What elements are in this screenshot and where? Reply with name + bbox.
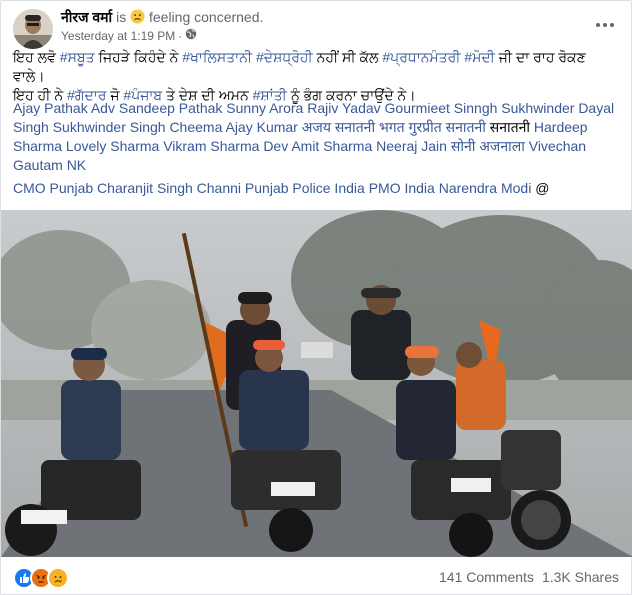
post-text: ਨਹੀਂ ਸੀ ਕੱਲ <box>312 49 383 65</box>
feeling-text: feeling concerned. <box>148 9 264 25</box>
tagged-person-link[interactable]: CMO Punjab <box>13 180 93 196</box>
post-footer: 141 Comments 1.3K Shares <box>13 567 619 591</box>
post-text: ਇਹ ਲਵੋ <box>13 49 60 65</box>
engagement-counts: 141 Comments 1.3K Shares <box>439 569 619 585</box>
author-verb: is <box>116 9 127 25</box>
meta-separator: · <box>178 28 183 43</box>
hashtag-link[interactable]: #ਦੇਸ਼ਧ੍ਰੋਹੀ <box>256 49 313 65</box>
post-text: सनातनी <box>485 119 534 135</box>
post-video[interactable] <box>1 210 632 557</box>
hashtag-link[interactable]: #ਸਬੂਤ <box>60 49 95 65</box>
tagged-person-link[interactable]: PMO India <box>369 180 435 196</box>
tagged-person-link[interactable]: Sunny Arora <box>226 100 303 116</box>
public-globe-icon[interactable] <box>185 28 197 43</box>
tagged-person-link[interactable]: अजय सनातनी भगत <box>302 119 405 135</box>
post-header: नीरज वर्मा is feeling concerned. Yesterd… <box>13 7 621 49</box>
post-options-button[interactable] <box>593 15 617 35</box>
tagged-person-link[interactable]: Narendra Modi <box>439 180 532 196</box>
sad-icon <box>47 567 69 589</box>
hashtag-link[interactable]: #ਮੋਦੀ <box>464 49 494 65</box>
hashtag-link[interactable]: #ਪ੍ਰਧਾਨਮੰਤਰੀ <box>382 49 460 65</box>
tagged-person-link[interactable]: Rajiv Yadav <box>307 100 380 116</box>
tagged-person-link[interactable]: Charanjit Singh Channi <box>97 180 241 196</box>
tagged-person-link[interactable]: Dev Amit Sharma <box>263 138 372 154</box>
shares-count[interactable]: 1.3K Shares <box>542 569 619 585</box>
tagged-person-link[interactable]: Sukhwinder Singh Cheema <box>53 119 223 135</box>
post-timestamp[interactable]: Yesterday at 1:19 PM <box>61 29 175 43</box>
post-meta: Yesterday at 1:19 PM · <box>61 28 197 43</box>
tagged-person-link[interactable]: गुरप्रीत सनातनी <box>409 119 486 135</box>
tagged-person-link[interactable]: Gourmieet Sinngh <box>385 100 498 116</box>
post-tags: Ajay Pathak Adv Sandeep Pathak Sunny Aro… <box>13 99 619 175</box>
comments-count[interactable]: 141 Comments <box>439 569 534 585</box>
road-sign <box>301 342 333 358</box>
author-line: नीरज वर्मा is feeling concerned. <box>61 8 263 27</box>
tagged-person-link[interactable]: Adv Sandeep Pathak <box>91 100 223 116</box>
tagged-person-link[interactable]: Vikram Sharma <box>163 138 259 154</box>
more-dots-icon <box>596 23 600 27</box>
post-text: ਜਿਹੜੇ ਕਿਹੰਦੇ ਨੇ <box>94 49 183 65</box>
tagged-person-link[interactable]: Neeraj Jain <box>376 138 447 154</box>
tagged-person-link[interactable]: Lovely Sharma <box>66 138 159 154</box>
post-text: @ <box>531 180 550 196</box>
concerned-emoji-icon <box>130 9 145 27</box>
tagged-person-link[interactable]: Ajay Pathak <box>13 100 88 116</box>
post-tags-secondary: CMO Punjab Charanjit Singh Channi Punjab… <box>13 179 619 198</box>
post-body-punjabi: ਇਹ ਲਵੋ #ਸਬੂਤ ਜਿਹੜੇ ਕਿਹੰਦੇ ਨੇ #ਖਾਲਿਸਤਾਨੀ … <box>13 48 619 105</box>
tagged-person-link[interactable]: Ajay Kumar <box>225 119 297 135</box>
tagged-person-link[interactable]: सोनी अजनाला <box>451 138 525 154</box>
tagged-person-link[interactable]: Punjab Police India <box>245 180 365 196</box>
author-avatar[interactable] <box>13 9 53 49</box>
reactions-summary[interactable] <box>13 567 69 589</box>
body-line-1: ਇਹ ਲਵੋ #ਸਬੂਤ ਜਿਹੜੇ ਕਿਹੰਦੇ ਨੇ #ਖਾਲਿਸਤਾਨੀ … <box>13 48 619 86</box>
author-name[interactable]: नीरज वर्मा <box>61 9 112 25</box>
post-card: नीरज वर्मा is feeling concerned. Yesterd… <box>0 0 632 595</box>
hashtag-link[interactable]: #ਖਾਲਿਸਤਾਨੀ <box>182 49 252 65</box>
